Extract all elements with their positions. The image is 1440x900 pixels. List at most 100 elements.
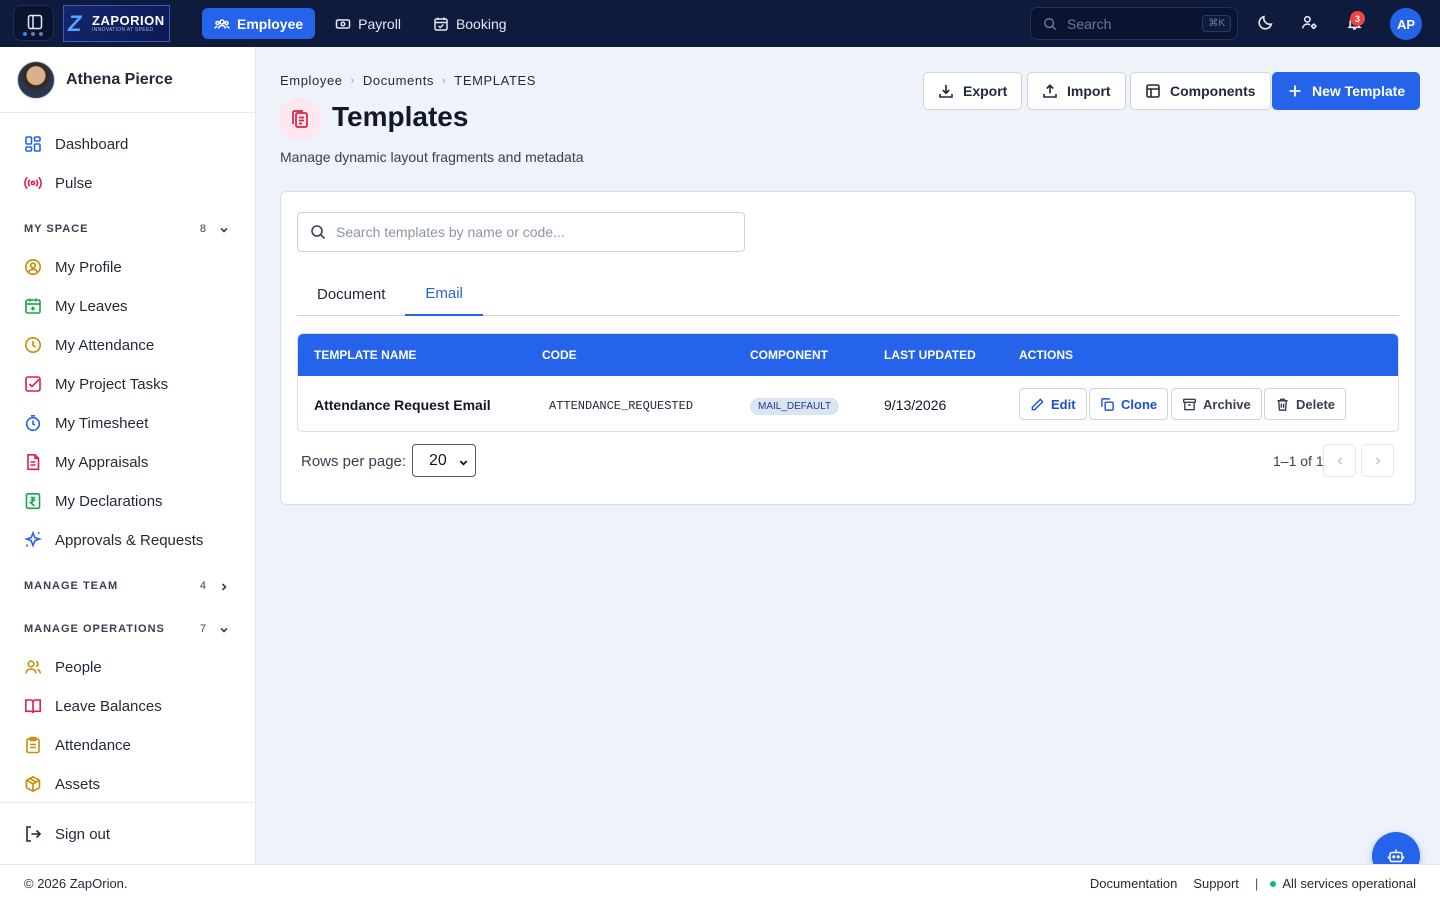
sign-out-button[interactable]: Sign out [24, 823, 110, 845]
top-nav-payroll[interactable]: Payroll [323, 8, 413, 39]
section-manage-team[interactable]: MANAGE TEAM 4 [24, 580, 232, 596]
brand-logo[interactable]: Z ZAPORION INNOVATION AT SPEED [63, 5, 170, 42]
sidebar-item-dashboard[interactable]: Dashboard [24, 133, 128, 155]
section-my-space[interactable]: MY SPACE 8 [24, 223, 232, 239]
sidebar-item-approvals-requests[interactable]: Approvals & Requests [24, 529, 203, 551]
global-search[interactable]: Search ⌘K [1030, 7, 1238, 40]
next-page-button[interactable] [1361, 444, 1394, 477]
template-search-input[interactable] [336, 224, 716, 240]
export-button[interactable]: Export [923, 72, 1023, 110]
sidebar-item-my-profile[interactable]: My Profile [24, 256, 122, 278]
rows-per-page-value: 20 [429, 451, 447, 469]
footer-divider: | [1254, 876, 1259, 891]
page-title: Templates [332, 101, 469, 132]
template-name-cell: Attendance Request Email [314, 397, 491, 413]
section-title: MANAGE TEAM [24, 580, 119, 592]
notification-count-badge: 3 [1350, 11, 1365, 26]
footer: © 2026 ZapOrion. Documentation Support |… [0, 864, 1440, 900]
column-header-template-name[interactable]: TEMPLATE NAME [314, 348, 416, 362]
template-type-tabs: Document Email [297, 272, 1399, 316]
top-nav-employee[interactable]: Employee [202, 8, 316, 39]
robot-icon [1387, 849, 1405, 863]
tab-document[interactable]: Document [297, 272, 405, 316]
search-icon [1044, 17, 1057, 30]
table-header: TEMPLATE NAME CODE COMPONENT LAST UPDATE… [298, 334, 1398, 376]
page-subtitle: Manage dynamic layout fragments and meta… [280, 149, 584, 165]
template-code-cell: ATTENDANCE_REQUESTED [549, 399, 694, 413]
sidebar-item-my-leaves[interactable]: My Leaves [24, 295, 128, 317]
footer-links: Documentation Support | All services ope… [1074, 876, 1416, 891]
top-nav: Employee Payroll Booking [202, 8, 519, 39]
templates-card: Document Email TEMPLATE NAME CODE COMPON… [280, 191, 1416, 505]
theme-toggle-button[interactable] [1257, 14, 1276, 33]
section-manage-operations[interactable]: MANAGE OPERATIONS 7 [24, 623, 232, 639]
column-header-component[interactable]: COMPONENT [750, 348, 828, 362]
sidebar-item-assets[interactable]: Assets [24, 773, 100, 795]
tab-email[interactable]: Email [405, 272, 483, 316]
sidebar: Athena Pierce Dashboard Pulse MY SPACE 8… [0, 47, 256, 864]
rows-per-page-select[interactable]: 20 [412, 444, 476, 477]
new-template-button[interactable]: New Template [1272, 72, 1421, 110]
template-search-field[interactable] [297, 212, 745, 252]
column-header-last-updated[interactable]: LAST UPDATED [884, 348, 976, 362]
sidebar-item-label: My Leaves [55, 297, 128, 315]
breadcrumb-current: TEMPLATES [454, 73, 537, 88]
clone-button[interactable]: Clone [1089, 388, 1169, 420]
previous-page-button[interactable] [1323, 444, 1356, 477]
moon-icon [1258, 15, 1273, 30]
system-status[interactable]: All services operational [1282, 876, 1416, 891]
table-row: Attendance Request Email ATTENDANCE_REQU… [298, 376, 1398, 431]
chevron-left-icon [1336, 456, 1342, 465]
sidebar-item-my-attendance[interactable]: My Attendance [24, 334, 154, 356]
sidebar-item-pulse[interactable]: Pulse [24, 172, 93, 194]
top-nav-booking[interactable]: Booking [421, 8, 519, 39]
user-avatar-button[interactable]: AP [1390, 8, 1422, 40]
user-gear-icon [1301, 15, 1317, 30]
timer-icon [24, 414, 42, 432]
user-settings-button[interactable] [1301, 14, 1320, 33]
global-search-placeholder: Search [1067, 15, 1112, 32]
cash-icon [335, 18, 351, 29]
delete-button[interactable]: Delete [1264, 388, 1347, 420]
sidebar-item-my-appraisals[interactable]: My Appraisals [24, 451, 148, 473]
sidebar-toggle-button[interactable] [13, 5, 54, 41]
templates-icon [278, 97, 322, 141]
sidebar-item-leave-balances[interactable]: Leave Balances [24, 695, 162, 717]
logo-name: ZAPORION [92, 13, 165, 28]
chevron-down-icon [220, 627, 228, 633]
pagination-range: 1–1 of 1 [1273, 453, 1324, 469]
sidebar-panel-icon [27, 14, 43, 30]
section-title: MY SPACE [24, 223, 89, 235]
column-header-code[interactable]: CODE [542, 348, 577, 362]
copy-icon [1101, 397, 1114, 411]
sidebar-user[interactable]: Athena Pierce [0, 47, 255, 113]
sparkle-icon [24, 531, 42, 549]
sidebar-item-label: My Profile [55, 258, 122, 276]
sidebar-item-my-project-tasks[interactable]: My Project Tasks [24, 373, 168, 395]
clipboard-icon [24, 736, 42, 754]
support-link[interactable]: Support [1193, 876, 1239, 891]
sidebar-item-people[interactable]: People [24, 656, 102, 678]
breadcrumb: Employee › Documents › TEMPLATES [280, 73, 536, 88]
sidebar-item-label: Pulse [55, 174, 93, 192]
rows-per-page-label: Rows per page: [301, 453, 407, 470]
sidebar-item-my-declarations[interactable]: My Declarations [24, 490, 163, 512]
import-button[interactable]: Import [1027, 72, 1126, 110]
documentation-link[interactable]: Documentation [1090, 876, 1177, 891]
section-count: 4 [199, 580, 206, 592]
status-dot-icon [1270, 880, 1277, 887]
sidebar-item-label: My Declarations [55, 492, 163, 510]
archive-icon [1182, 398, 1197, 410]
section-title: MANAGE OPERATIONS [24, 623, 165, 635]
archive-button[interactable]: Archive [1171, 388, 1262, 420]
edit-button[interactable]: Edit [1019, 388, 1087, 420]
import-label: Import [1067, 83, 1111, 99]
breadcrumb-item[interactable]: Documents [363, 73, 434, 88]
chevron-right-icon [221, 583, 227, 591]
sidebar-item-attendance[interactable]: Attendance [24, 734, 131, 756]
sidebar-item-my-timesheet[interactable]: My Timesheet [24, 412, 148, 434]
section-count: 7 [199, 623, 206, 635]
components-button[interactable]: Components [1130, 72, 1271, 110]
dashboard-icon [24, 135, 42, 153]
breadcrumb-item[interactable]: Employee [280, 73, 343, 88]
